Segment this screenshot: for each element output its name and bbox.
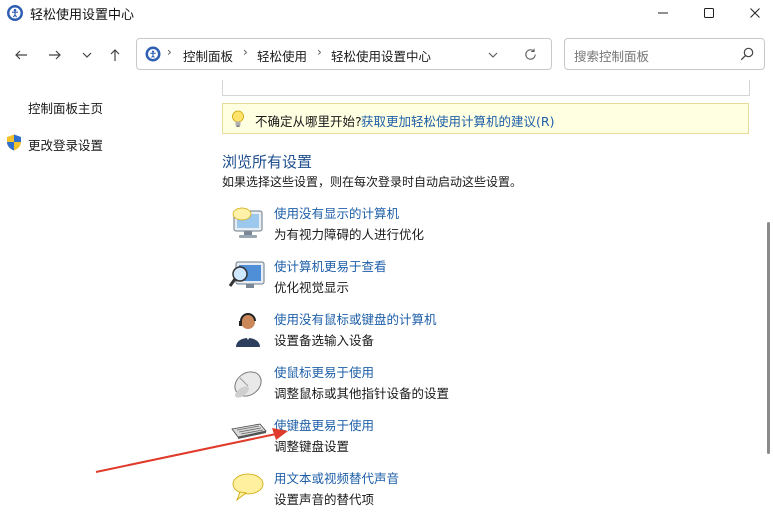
setting-item-keyboard[interactable]: 使键盘更易于使用 调整键盘设置 bbox=[228, 415, 708, 463]
search-box[interactable]: 搜索控制面板 bbox=[564, 38, 765, 70]
forward-button[interactable] bbox=[42, 42, 68, 68]
chevron-down-icon bbox=[82, 52, 92, 58]
arrow-up-icon bbox=[110, 49, 120, 61]
setting-link[interactable]: 使用没有显示的计算机 bbox=[274, 203, 399, 222]
setting-item-sound-alternatives[interactable]: 用文本或视频替代声音 设置声音的替代项 bbox=[228, 468, 708, 516]
monitor-speech-icon bbox=[232, 207, 263, 238]
minimize-button[interactable] bbox=[640, 0, 686, 26]
setting-link[interactable]: 使用没有鼠标或键盘的计算机 bbox=[274, 309, 437, 328]
chevron-right-icon: › bbox=[317, 45, 322, 59]
close-button[interactable] bbox=[732, 0, 773, 26]
title-bar: 轻松使用设置中心 bbox=[0, 0, 773, 28]
scrollbar-thumb[interactable] bbox=[767, 222, 770, 454]
setting-item-mouse[interactable]: 使鼠标更易于使用 调整鼠标或其他指针设备的设置 bbox=[228, 362, 708, 410]
user-headset-icon bbox=[236, 313, 260, 347]
setting-item-easier-to-see[interactable]: 使计算机更易于查看 优化视觉显示 bbox=[228, 256, 708, 304]
maximize-icon bbox=[704, 8, 714, 18]
setting-link[interactable]: 使计算机更易于查看 bbox=[274, 256, 387, 275]
ease-of-access-icon bbox=[7, 5, 23, 21]
window-title: 轻松使用设置中心 bbox=[30, 8, 135, 23]
setting-description: 设置声音的替代项 bbox=[274, 492, 375, 507]
lightbulb-icon bbox=[232, 110, 244, 127]
maximize-button[interactable] bbox=[686, 0, 732, 26]
magnifier-monitor-icon bbox=[228, 261, 265, 288]
chevron-right-icon: › bbox=[167, 45, 172, 59]
uac-shield-icon bbox=[7, 134, 21, 151]
back-button[interactable] bbox=[8, 42, 34, 68]
control-panel-home-link[interactable]: 控制面板主页 bbox=[28, 98, 103, 117]
change-login-settings-link[interactable]: 更改登录设置 bbox=[28, 135, 103, 154]
arrow-left-icon bbox=[15, 50, 27, 60]
setting-link[interactable]: 使键盘更易于使用 bbox=[274, 415, 374, 434]
address-dropdown-icon[interactable] bbox=[487, 49, 499, 61]
scrolled-panel-edge bbox=[222, 80, 750, 96]
setting-description: 设置备选输入设备 bbox=[274, 333, 375, 348]
refresh-icon[interactable] bbox=[523, 47, 538, 62]
keyboard-icon bbox=[231, 423, 267, 439]
mouse-icon bbox=[234, 371, 262, 398]
minimize-icon bbox=[658, 12, 668, 14]
setting-description: 为有视力障碍的人进行优化 bbox=[274, 227, 425, 242]
arrow-right-icon bbox=[49, 50, 61, 60]
address-bar[interactable]: › 控制面板 › 轻松使用 › 轻松使用设置中心 bbox=[136, 38, 552, 70]
recent-locations-button[interactable] bbox=[74, 42, 100, 68]
search-icon[interactable] bbox=[740, 47, 754, 61]
control-panel-icon bbox=[145, 46, 161, 62]
section-subtitle: 如果选择这些设置，则在每次登录时自动启动这些设置。 bbox=[222, 175, 523, 189]
chevron-right-icon: › bbox=[243, 45, 248, 59]
speech-bubble-icon bbox=[232, 473, 264, 502]
breadcrumb-control-panel[interactable]: 控制面板 bbox=[183, 46, 233, 65]
setting-link[interactable]: 使鼠标更易于使用 bbox=[274, 362, 374, 381]
tip-bar: 不确定从哪里开始? 获取更加轻松使用计算机的建议(R) bbox=[222, 103, 749, 134]
setting-link[interactable]: 用文本或视频替代声音 bbox=[274, 468, 399, 487]
setting-description: 优化视觉显示 bbox=[274, 280, 350, 295]
setting-item-no-mouse-keyboard[interactable]: 使用没有鼠标或键盘的计算机 设置备选输入设备 bbox=[228, 309, 708, 357]
setting-description: 调整键盘设置 bbox=[274, 439, 350, 454]
breadcrumb-ease-of-access[interactable]: 轻松使用 bbox=[257, 46, 307, 65]
setting-description: 调整鼠标或其他指针设备的设置 bbox=[274, 386, 450, 401]
close-icon bbox=[750, 8, 760, 18]
tip-label: 不确定从哪里开始? bbox=[255, 114, 362, 129]
up-button[interactable] bbox=[102, 42, 128, 68]
section-title: 浏览所有设置 bbox=[222, 153, 313, 171]
search-placeholder: 搜索控制面板 bbox=[574, 49, 650, 64]
left-pane: 控制面板主页 更改登录设置 bbox=[0, 80, 210, 518]
tip-suggestions-link[interactable]: 获取更加轻松使用计算机的建议(R) bbox=[361, 111, 554, 130]
breadcrumb-ease-of-access-center[interactable]: 轻松使用设置中心 bbox=[331, 46, 431, 65]
setting-item-no-display[interactable]: 使用没有显示的计算机 为有视力障碍的人进行优化 bbox=[228, 203, 708, 251]
